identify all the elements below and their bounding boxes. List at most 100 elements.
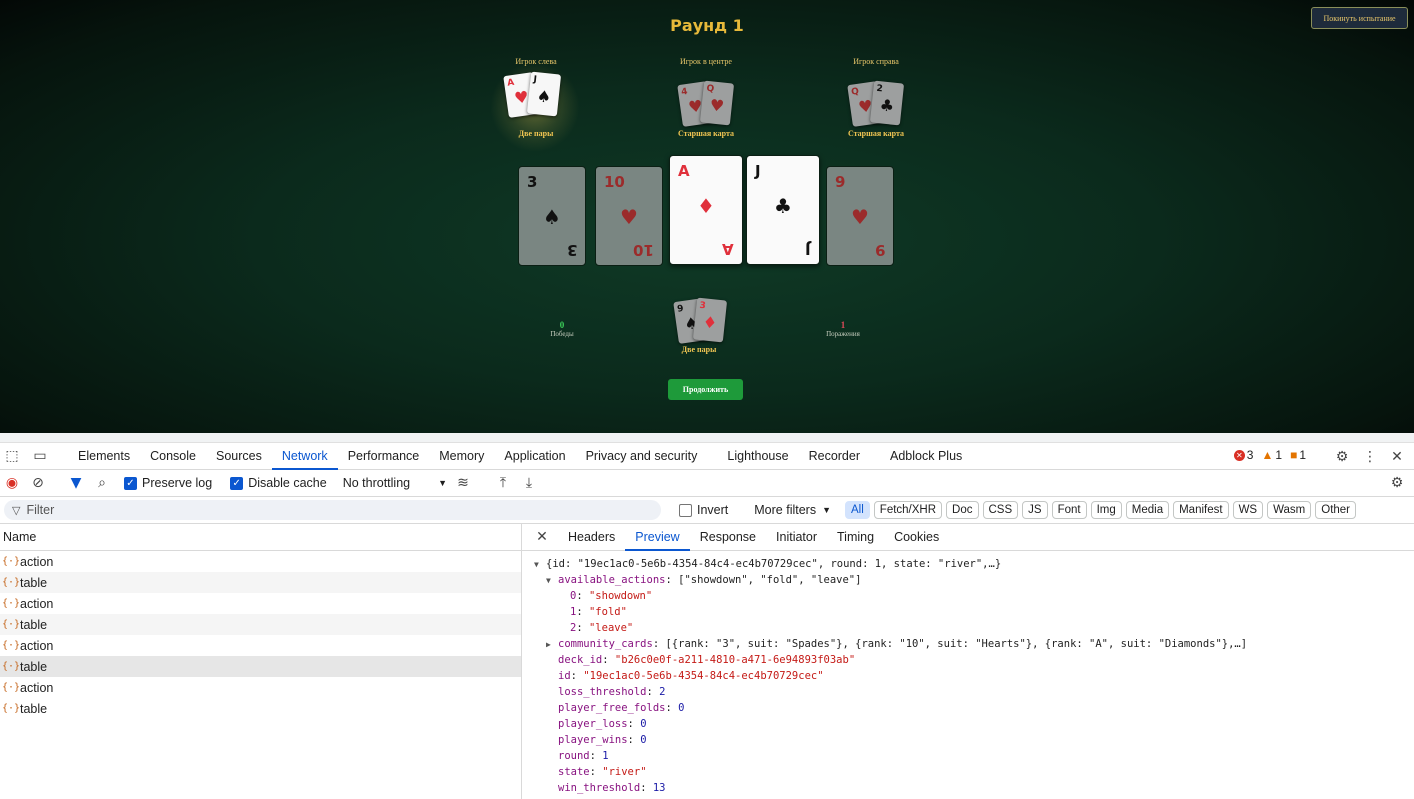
- json-value: [{rank: "3", suit: "Spades"}, {rank: "10…: [665, 638, 1248, 650]
- record-icon[interactable]: ◉: [2, 473, 22, 493]
- filter-fetch-xhr[interactable]: Fetch/XHR: [873, 501, 943, 519]
- tab-adblock-plus[interactable]: Adblock Plus: [880, 443, 972, 470]
- filter-manifest[interactable]: Manifest: [1173, 501, 1229, 519]
- request-row[interactable]: {·} action: [0, 635, 521, 656]
- devtools-tabbar: ⬚ ▭ Elements Console Sources Network Per…: [0, 443, 1414, 470]
- tab-cookies[interactable]: Cookies: [884, 524, 949, 551]
- community-card-1: 3 ♠ 3: [518, 166, 586, 266]
- network-conditions-icon[interactable]: ≋: [453, 473, 473, 493]
- card-rank: 9: [676, 303, 685, 315]
- filter-img[interactable]: Img: [1090, 501, 1122, 519]
- tab-application[interactable]: Application: [494, 443, 575, 470]
- tab-privacy-security[interactable]: Privacy and security: [576, 443, 708, 470]
- json-field: state: "river": [558, 766, 647, 778]
- tab-lighthouse[interactable]: Lighthouse: [717, 443, 798, 470]
- tab-console[interactable]: Console: [140, 443, 206, 470]
- tab-initiator[interactable]: Initiator: [766, 524, 827, 551]
- json-root-line[interactable]: ▼ {id: "19ec1ac0-5e6b-4354-84c4-ec4b70729…: [534, 556, 1414, 572]
- filter-all[interactable]: All: [845, 501, 870, 519]
- request-row[interactable]: {·} table: [0, 614, 521, 635]
- device-toolbar-icon[interactable]: ▭: [30, 446, 50, 466]
- filter-doc[interactable]: Doc: [946, 501, 979, 519]
- error-icon: ✕: [1233, 449, 1245, 461]
- player-left-label: Игрок слева: [515, 57, 557, 66]
- tab-recorder[interactable]: Recorder: [799, 443, 870, 470]
- tab-timing[interactable]: Timing: [827, 524, 884, 551]
- card-rank: 3: [698, 300, 707, 312]
- json-community-cards[interactable]: ▶ community_cards: [{rank: "3", suit: "Sp…: [534, 636, 1414, 652]
- settings-gear-icon[interactable]: ⚙: [1332, 447, 1352, 467]
- request-row[interactable]: {·} action: [0, 593, 521, 614]
- throttling-select[interactable]: No throttling ▼: [343, 476, 447, 490]
- disable-cache-checkbox[interactable]: ✓ Disable cache: [230, 476, 327, 490]
- my-hand-label: Две пары: [681, 345, 717, 354]
- filter-placeholder: Filter: [26, 503, 55, 517]
- request-name: action: [20, 680, 54, 695]
- network-settings-gear-icon[interactable]: ⚙: [1387, 473, 1407, 493]
- preserve-log-label: Preserve log: [142, 476, 213, 490]
- export-har-icon[interactable]: ⤓: [519, 473, 539, 493]
- json-available-actions[interactable]: ▼ available_actions: ["showdown", "fold",…: [534, 572, 1414, 588]
- leave-challenge-button[interactable]: Покинуть испытание: [1311, 7, 1408, 29]
- json-value: 1: [602, 750, 609, 762]
- filter-other[interactable]: Other: [1315, 501, 1357, 519]
- filter-media[interactable]: Media: [1125, 501, 1170, 519]
- tab-response[interactable]: Response: [690, 524, 766, 551]
- request-name: table: [20, 701, 48, 716]
- clear-icon[interactable]: ⊘: [28, 473, 48, 493]
- json-array-item: 0: "showdown": [570, 590, 653, 602]
- tab-sources[interactable]: Sources: [206, 443, 272, 470]
- filter-font[interactable]: Font: [1051, 501, 1087, 519]
- tab-network[interactable]: Network: [271, 443, 338, 470]
- card-rank: 9: [835, 173, 846, 191]
- filter-icon[interactable]: ▼: [66, 473, 86, 493]
- json-icon: {·}: [2, 619, 21, 630]
- invert-checkbox[interactable]: Invert: [679, 503, 728, 517]
- import-har-icon[interactable]: ⤒: [493, 473, 513, 493]
- json-key: loss_threshold: [558, 686, 647, 698]
- disable-cache-label: Disable cache: [248, 476, 327, 490]
- filter-wasm[interactable]: Wasm: [1267, 501, 1312, 519]
- filter-input[interactable]: ▽ Filter: [4, 500, 661, 520]
- request-row[interactable]: {·} action: [0, 677, 521, 698]
- error-count-value: 3: [1246, 448, 1254, 462]
- close-devtools-icon[interactable]: ✕: [1387, 447, 1407, 467]
- tab-preview[interactable]: Preview: [625, 524, 690, 551]
- filter-js[interactable]: JS: [1022, 501, 1048, 519]
- tab-elements[interactable]: Elements: [68, 443, 140, 470]
- wins-label: Победы: [550, 330, 574, 338]
- diamond-icon: ♦: [697, 194, 715, 218]
- tab-performance[interactable]: Performance: [338, 443, 430, 470]
- json-key: win_threshold: [558, 782, 641, 794]
- json-key: player_loss: [558, 718, 628, 730]
- filter-ws[interactable]: WS: [1232, 501, 1264, 519]
- more-options-icon[interactable]: ⋮: [1360, 447, 1380, 467]
- request-row[interactable]: {·} table: [0, 572, 521, 593]
- issue-counters[interactable]: ✕ 3 ▲ 1 ■ 1: [1233, 448, 1314, 462]
- devtools-resize-handle[interactable]: [0, 433, 1414, 443]
- more-filters-dropdown[interactable]: More filters ▼: [754, 503, 831, 517]
- search-icon[interactable]: ⌕: [92, 473, 112, 493]
- request-row[interactable]: {·} table: [0, 698, 521, 719]
- network-lower-pane: Name {·} action {·} table {·} action {·} tab…: [0, 524, 1414, 799]
- losses-label: Поражения: [826, 330, 860, 338]
- chevron-down-icon: ▼: [822, 505, 832, 515]
- club-icon: ♣: [878, 95, 896, 116]
- spade-icon: ♠: [543, 205, 561, 229]
- request-row[interactable]: {·} action: [0, 551, 521, 572]
- request-row-selected[interactable]: {·} table: [0, 656, 521, 677]
- round-title: Раунд 1: [670, 16, 744, 35]
- name-column-header[interactable]: Name: [0, 524, 521, 551]
- warning-count: ▲ 1: [1261, 448, 1282, 462]
- continue-button[interactable]: Продолжить: [668, 379, 743, 400]
- request-name: table: [20, 617, 48, 632]
- close-detail-icon[interactable]: ✕: [532, 527, 552, 547]
- tab-headers[interactable]: Headers: [558, 524, 625, 551]
- request-name: table: [20, 575, 48, 590]
- filter-css[interactable]: CSS: [982, 501, 1019, 519]
- inspect-element-icon[interactable]: ⬚: [2, 446, 22, 466]
- player-center-hand: Старшая карта: [677, 129, 735, 138]
- tab-memory[interactable]: Memory: [429, 443, 494, 470]
- preserve-log-checkbox[interactable]: ✓ Preserve log: [124, 476, 212, 490]
- json-value: "fold": [588, 606, 627, 618]
